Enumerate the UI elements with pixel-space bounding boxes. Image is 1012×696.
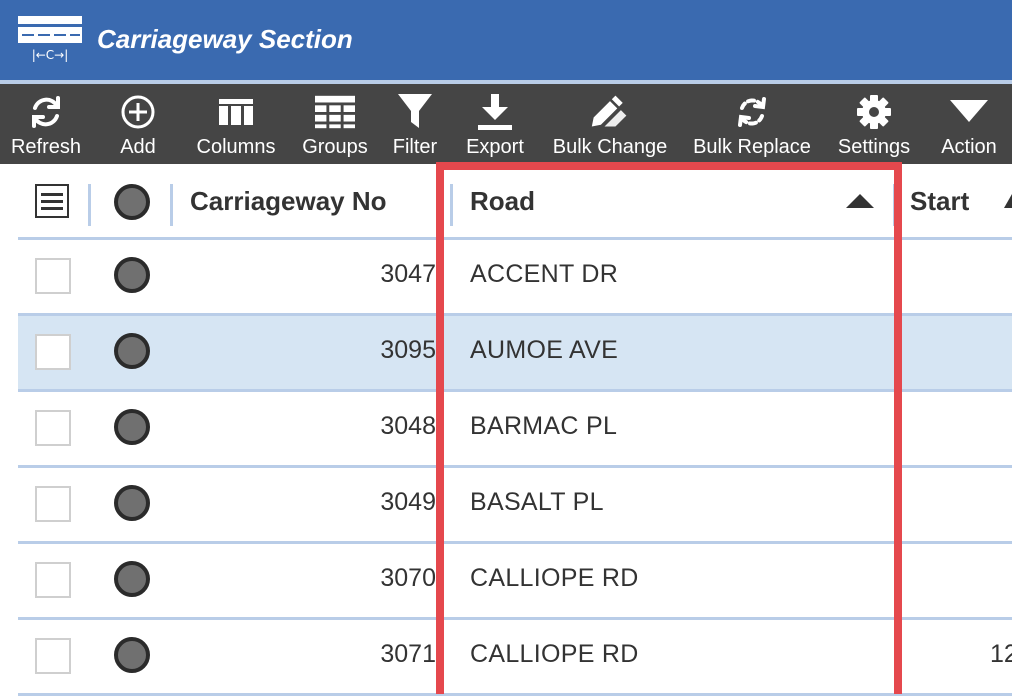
status-indicator bbox=[114, 561, 150, 597]
bulk-replace-label: Bulk Replace bbox=[693, 136, 811, 158]
column-header-road[interactable]: Road bbox=[470, 186, 535, 217]
gear-icon bbox=[854, 92, 894, 132]
bulk-change-icon bbox=[590, 92, 630, 132]
filter-label: Filter bbox=[392, 136, 438, 158]
cell-road: BASALT PL bbox=[470, 488, 604, 516]
column-header-start[interactable]: Start bbox=[910, 186, 969, 217]
filter-icon bbox=[395, 92, 435, 132]
title-bar: |←C→| Carriageway Section bbox=[0, 0, 1012, 80]
refresh-label: Refresh bbox=[10, 136, 82, 158]
column-menu-icon[interactable] bbox=[35, 184, 69, 218]
table-row[interactable]: 3095 AUMOE AVE bbox=[18, 316, 1012, 389]
columns-icon bbox=[216, 92, 256, 132]
add-label: Add bbox=[120, 136, 156, 158]
filter-button[interactable]: Filter bbox=[389, 84, 441, 164]
row-checkbox[interactable] bbox=[35, 638, 71, 674]
header-separator bbox=[450, 184, 453, 226]
groups-icon bbox=[315, 92, 355, 132]
settings-label: Settings bbox=[837, 136, 911, 158]
refresh-icon bbox=[26, 92, 66, 132]
carriageway-icon: |←C→| bbox=[18, 16, 82, 62]
row-checkbox[interactable] bbox=[35, 334, 71, 370]
cell-road: BARMAC PL bbox=[470, 412, 618, 440]
page-title: Carriageway Section bbox=[97, 24, 353, 54]
carriageway-icon-text: |←C→| bbox=[32, 48, 69, 62]
cell-carriageway-no: 3047 bbox=[380, 260, 436, 288]
add-button[interactable]: Add bbox=[108, 84, 168, 164]
bulk-change-button[interactable]: Bulk Change bbox=[551, 84, 669, 164]
caret-down-icon bbox=[949, 92, 989, 132]
export-button[interactable]: Export bbox=[462, 84, 528, 164]
data-grid: Carriageway No Road Start 3047 ACCENT DR 3… bbox=[0, 164, 1012, 696]
row-checkbox[interactable] bbox=[35, 258, 71, 294]
status-indicator bbox=[114, 257, 150, 293]
refresh-button[interactable]: Refresh bbox=[9, 84, 83, 164]
table-row[interactable]: 3070 CALLIOPE RD bbox=[18, 544, 1012, 617]
table-row[interactable]: 3048 BARMAC PL bbox=[18, 392, 1012, 465]
status-indicator-header bbox=[114, 184, 150, 220]
header-separator bbox=[170, 184, 173, 226]
status-indicator bbox=[114, 333, 150, 369]
cell-road: AUMOE AVE bbox=[470, 336, 619, 364]
settings-button[interactable]: Settings bbox=[835, 84, 913, 164]
row-checkbox[interactable] bbox=[35, 486, 71, 522]
export-label: Export bbox=[466, 136, 524, 158]
row-checkbox[interactable] bbox=[35, 562, 71, 598]
status-indicator bbox=[114, 485, 150, 521]
status-indicator bbox=[114, 637, 150, 673]
add-icon bbox=[118, 92, 158, 132]
table-row[interactable]: 3049 BASALT PL bbox=[18, 468, 1012, 541]
table-row[interactable]: 3071 CALLIOPE RD 12 bbox=[18, 620, 1012, 693]
cell-road: CALLIOPE RD bbox=[470, 564, 639, 592]
header-separator bbox=[893, 184, 896, 226]
bulk-change-label: Bulk Change bbox=[552, 136, 668, 158]
columns-label: Columns bbox=[196, 136, 276, 158]
cell-start: 12 bbox=[990, 640, 1012, 668]
sort-ascending-icon[interactable] bbox=[846, 194, 874, 208]
bulk-replace-icon bbox=[732, 92, 772, 132]
action-label: Action bbox=[941, 136, 997, 158]
groups-button[interactable]: Groups bbox=[299, 84, 371, 164]
cell-road: ACCENT DR bbox=[470, 260, 619, 288]
cell-road: CALLIOPE RD bbox=[470, 640, 639, 668]
cell-carriageway-no: 3095 bbox=[380, 336, 436, 364]
column-header-carriageway-no[interactable]: Carriageway No bbox=[190, 186, 387, 217]
cell-carriageway-no: 3070 bbox=[380, 564, 436, 592]
toolbar: Refresh Add Columns Groups Filter Export… bbox=[0, 84, 1012, 164]
cell-carriageway-no: 3071 bbox=[380, 640, 436, 668]
cell-carriageway-no: 3049 bbox=[380, 488, 436, 516]
columns-button[interactable]: Columns bbox=[193, 84, 279, 164]
sort-indicator-icon bbox=[1004, 194, 1012, 208]
grid-header: Carriageway No Road Start bbox=[0, 164, 1012, 237]
row-checkbox[interactable] bbox=[35, 410, 71, 446]
header-separator bbox=[88, 184, 91, 226]
table-row[interactable]: 3047 ACCENT DR bbox=[18, 240, 1012, 313]
action-button[interactable]: Action bbox=[936, 84, 1002, 164]
status-indicator bbox=[114, 409, 150, 445]
groups-label: Groups bbox=[302, 136, 368, 158]
bulk-replace-button[interactable]: Bulk Replace bbox=[692, 84, 812, 164]
cell-carriageway-no: 3048 bbox=[380, 412, 436, 440]
export-icon bbox=[475, 92, 515, 132]
